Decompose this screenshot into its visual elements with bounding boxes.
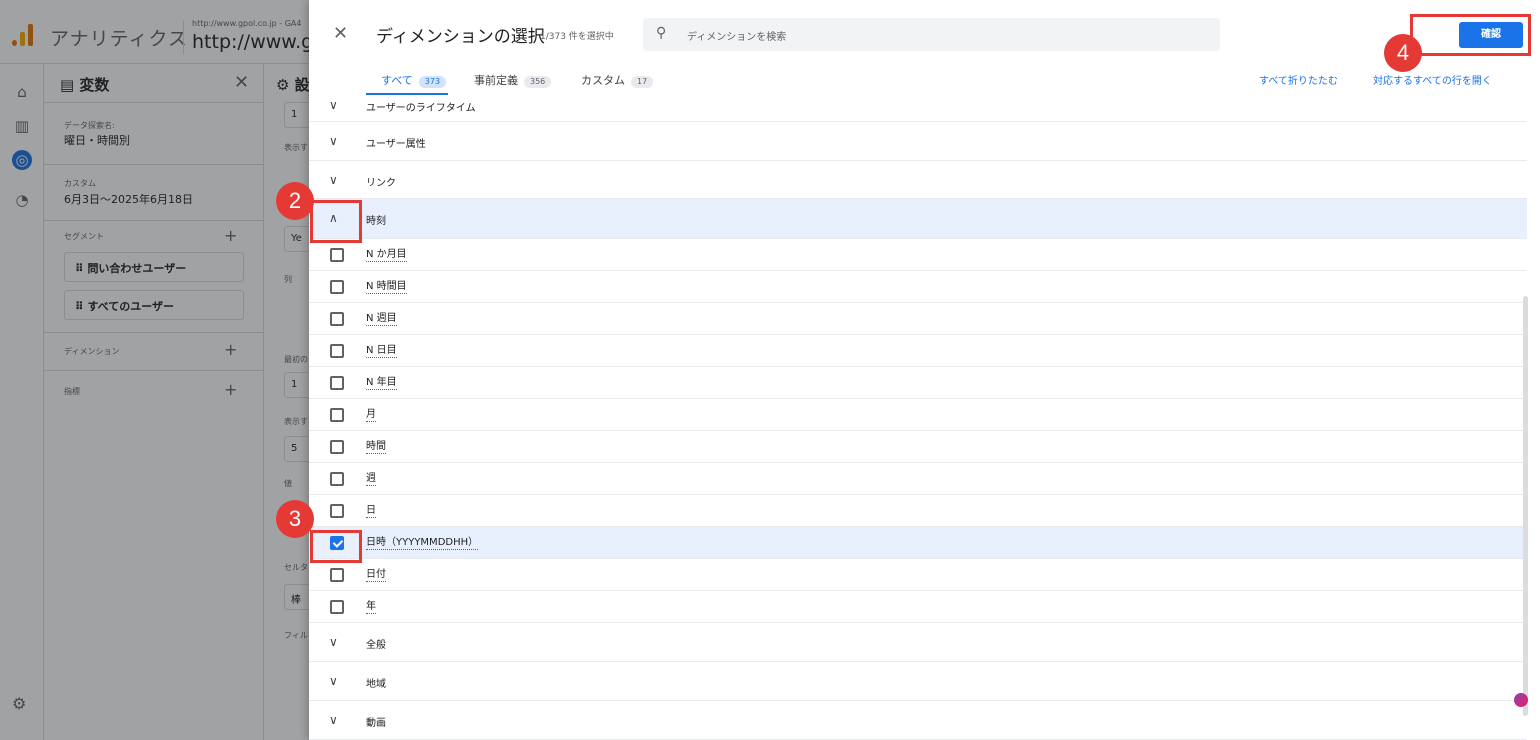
category-label: ユーザーのライフタイム <box>366 103 476 114</box>
checkbox[interactable] <box>330 376 344 390</box>
category-row[interactable]: ∨ 地域 <box>309 662 1527 701</box>
category-label: 全般 <box>366 640 386 651</box>
dimension-label[interactable]: 週 <box>366 472 376 486</box>
category-label: 地域 <box>366 679 386 690</box>
checkbox[interactable] <box>330 472 344 486</box>
category-label: リンク <box>366 178 396 189</box>
category-row[interactable]: ∨ 動画 <box>309 701 1527 740</box>
category-row[interactable]: ∨ リンク <box>309 161 1527 199</box>
tab-bar: すべて 373 事前定義 356 カスタム 17 すべて折りたたむ 対応するすべての行… <box>309 64 1540 98</box>
checkbox[interactable] <box>330 312 344 326</box>
dimension-label[interactable]: 年 <box>366 600 376 614</box>
annotation-marker-3: 3 <box>276 500 314 538</box>
assistant-icon[interactable] <box>1514 693 1528 707</box>
annotation-box-2 <box>310 200 362 243</box>
category-row-time[interactable]: ∧ 時刻 <box>309 199 1527 239</box>
collapse-all-link[interactable]: すべて折りたたむ <box>1259 72 1338 87</box>
dimension-row[interactable]: 日付 <box>309 559 1527 591</box>
dimension-label[interactable]: 月 <box>366 408 376 422</box>
scrollbar[interactable] <box>1523 296 1528 716</box>
dimension-row[interactable]: 年 <box>309 591 1527 623</box>
expand-matching-link[interactable]: 対応するすべての行を開く <box>1373 72 1492 87</box>
dimension-row[interactable]: N 日目 <box>309 335 1527 367</box>
dimension-row[interactable]: 時間 <box>309 431 1527 463</box>
dimension-label[interactable]: 日 <box>366 504 376 518</box>
tab-all[interactable]: すべて 373 <box>381 72 447 88</box>
dimension-label[interactable]: N 日目 <box>366 344 397 358</box>
checkbox[interactable] <box>330 408 344 422</box>
chevron-down-icon[interactable]: ∨ <box>329 674 338 688</box>
selected-count: 1/373 件を選択中 <box>540 32 614 42</box>
dimension-row[interactable]: 週 <box>309 463 1527 495</box>
dialog-title: ディメンションの選択 <box>376 27 545 47</box>
dimension-label[interactable]: 時間 <box>366 440 386 454</box>
active-tab-indicator <box>366 93 448 95</box>
dimension-label[interactable]: N 年目 <box>366 376 397 390</box>
checkbox[interactable] <box>330 504 344 518</box>
dimension-label[interactable]: 日時（YYYYMMDDHH） <box>366 536 479 550</box>
search-icon: ⚲ <box>656 25 667 41</box>
dimension-row[interactable]: 日 <box>309 495 1527 527</box>
chevron-down-icon[interactable]: ∨ <box>329 98 338 112</box>
category-row[interactable]: ∨ ユーザーのライフタイム <box>309 98 1527 122</box>
chevron-down-icon[interactable]: ∨ <box>329 173 338 187</box>
category-label: 時刻 <box>366 216 386 227</box>
dimension-picker-dialog: ✕ ディメンションの選択 1/373 件を選択中 ⚲ ディメンションを検索 確認… <box>309 0 1540 740</box>
dimension-row[interactable]: N 週目 <box>309 303 1527 335</box>
dimension-label[interactable]: N 週目 <box>366 312 397 326</box>
category-label: ユーザー属性 <box>366 139 426 150</box>
checkbox[interactable] <box>330 248 344 262</box>
category-label: 動画 <box>366 718 386 729</box>
chevron-down-icon[interactable]: ∨ <box>329 713 338 727</box>
category-row[interactable]: ∨ ユーザー属性 <box>309 122 1527 161</box>
dimension-row[interactable]: N 時間目 <box>309 271 1527 303</box>
category-row[interactable]: ∨ 全般 <box>309 623 1527 662</box>
dimension-label[interactable]: N か月目 <box>366 248 407 262</box>
annotation-marker-4: 4 <box>1384 34 1422 72</box>
dimension-row[interactable]: N か月目 <box>309 239 1527 271</box>
tab-custom[interactable]: カスタム 17 <box>581 72 654 88</box>
dimension-row[interactable]: N 年目 <box>309 367 1527 399</box>
checkbox[interactable] <box>330 344 344 358</box>
dimension-row[interactable]: 日時（YYYYMMDDHH） <box>309 527 1527 559</box>
checkbox[interactable] <box>330 568 344 582</box>
dimension-label[interactable]: N 時間目 <box>366 280 407 294</box>
close-icon[interactable]: ✕ <box>333 23 348 44</box>
dimension-list: ∨ ユーザーのライフタイム ∨ ユーザー属性 ∨ リンク ∧ 時刻 N か月目 N… <box>309 98 1527 740</box>
chevron-down-icon[interactable]: ∨ <box>329 134 338 148</box>
annotation-marker-2: 2 <box>276 182 314 220</box>
search-placeholder: ディメンションを検索 <box>687 32 787 43</box>
checkbox[interactable] <box>330 440 344 454</box>
annotation-box-3 <box>310 530 362 563</box>
dimension-row[interactable]: 月 <box>309 399 1527 431</box>
checkbox[interactable] <box>330 600 344 614</box>
dimension-label[interactable]: 日付 <box>366 568 386 582</box>
checkbox[interactable] <box>330 280 344 294</box>
annotation-box-4 <box>1410 14 1531 56</box>
chevron-down-icon[interactable]: ∨ <box>329 635 338 649</box>
search-input[interactable]: ⚲ ディメンションを検索 <box>643 18 1220 51</box>
tab-predefined[interactable]: 事前定義 356 <box>474 72 552 88</box>
